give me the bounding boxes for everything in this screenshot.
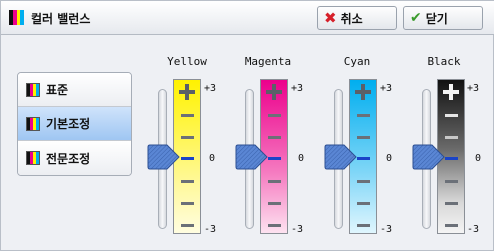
scale-tick-zero <box>268 157 281 160</box>
scale-tick-zero <box>357 157 370 160</box>
min-label: -3 <box>204 224 217 235</box>
scale-tick <box>181 202 194 205</box>
scale-tick <box>268 180 281 183</box>
scale-tick-zero <box>181 157 194 160</box>
max-label: +3 <box>380 83 393 94</box>
max-label: +3 <box>204 83 217 94</box>
scale-tick <box>445 224 458 227</box>
zero-label: 0 <box>209 153 216 164</box>
mode-advanced-adjust[interactable]: 전문조정 <box>18 141 131 175</box>
slider-knob-yellow[interactable] <box>147 143 181 171</box>
max-label: +3 <box>291 83 304 94</box>
scale-tick <box>268 114 281 117</box>
mode-label: 기본조정 <box>46 117 91 131</box>
close-button[interactable]: ✔ 닫기 <box>403 6 483 30</box>
checkmark-icon: ✔ <box>410 10 422 26</box>
plus-icon <box>266 84 282 100</box>
cross-icon: ✖ <box>324 8 337 27</box>
scale-tick <box>268 136 281 139</box>
scale-tick <box>357 180 370 183</box>
scale-tick <box>357 114 370 117</box>
zero-label: 0 <box>386 153 393 164</box>
zero-label: 0 <box>475 153 482 164</box>
color-bars-icon <box>26 151 40 165</box>
color-bars-icon <box>9 10 24 25</box>
mode-selector: 표준 기본조정 전문조정 <box>17 72 132 176</box>
channel-label-magenta: Magenta <box>244 55 292 68</box>
plus-icon <box>443 84 459 100</box>
scale-tick-zero <box>445 157 458 160</box>
scale-tick <box>357 224 370 227</box>
color-bars-icon <box>26 82 40 97</box>
plus-icon <box>355 84 371 100</box>
scale-tick <box>357 202 370 205</box>
channel-label-cyan: Cyan <box>343 55 371 68</box>
color-balance-window: 컬러 밸런스 ✖ 취소 ✔ 닫기 표준 기본조정 전문조정 Yellow +3 … <box>0 0 494 251</box>
scale-tick <box>181 114 194 117</box>
mode-label: 표준 <box>46 83 69 97</box>
scale-tick <box>268 202 281 205</box>
scale-tick <box>445 202 458 205</box>
scale-tick <box>445 180 458 183</box>
zero-label: 0 <box>298 153 305 164</box>
scale-tick <box>268 224 281 227</box>
slider-knob-magenta[interactable] <box>235 143 269 171</box>
scale-tick <box>181 136 194 139</box>
mode-standard[interactable]: 표준 <box>18 73 131 107</box>
scale-tick <box>181 180 194 183</box>
cancel-button-label: 취소 <box>340 11 363 26</box>
slider-knob-cyan[interactable] <box>324 143 358 171</box>
scale-tick <box>445 136 458 139</box>
min-label: -3 <box>467 224 480 235</box>
scale-tick <box>181 224 194 227</box>
slider-knob-black[interactable] <box>412 143 446 171</box>
channel-label-black: Black <box>427 55 461 68</box>
cancel-button[interactable]: ✖ 취소 <box>317 6 397 30</box>
mode-basic-adjust[interactable]: 기본조정 <box>18 107 131 141</box>
title-bar: 컬러 밸런스 ✖ 취소 ✔ 닫기 <box>1 1 494 35</box>
scale-tick <box>445 114 458 117</box>
color-bars-icon <box>26 116 40 131</box>
scale-tick <box>357 136 370 139</box>
close-button-label: 닫기 <box>425 11 448 26</box>
max-label: +3 <box>467 83 480 94</box>
page-title: 컬러 밸런스 <box>31 12 91 26</box>
channel-label-yellow: Yellow <box>167 55 207 68</box>
min-label: -3 <box>291 224 304 235</box>
min-label: -3 <box>380 224 393 235</box>
mode-label: 전문조정 <box>46 151 91 166</box>
plus-icon <box>179 84 195 100</box>
